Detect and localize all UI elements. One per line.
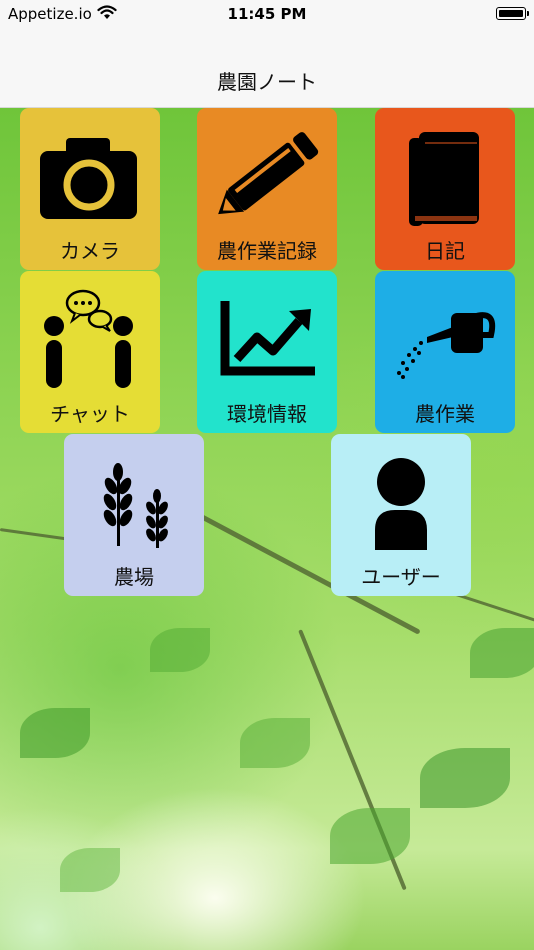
user-icon	[331, 434, 471, 562]
watering-can-icon	[375, 271, 515, 399]
app-screen: Appetize.io 11:45 PM 農園ノート カメラ 農作業記録 日記 …	[0, 0, 534, 950]
farm-work-label: 農作業	[415, 402, 475, 426]
user-label: ユーザー	[361, 565, 441, 589]
user-button[interactable]: ユーザー	[331, 434, 471, 596]
farm-work-record-button[interactable]: 農作業記録	[197, 108, 337, 270]
page-title: 農園ノート	[217, 70, 317, 94]
environment-info-label: 環境情報	[227, 402, 307, 426]
book-icon	[375, 108, 515, 236]
farm-label: 農場	[114, 565, 154, 589]
camera-icon	[20, 108, 160, 236]
chat-button[interactable]: チャット	[20, 271, 160, 433]
battery-icon	[496, 7, 529, 20]
farm-work-button[interactable]: 農作業	[375, 271, 515, 433]
farm-button[interactable]: 農場	[64, 434, 204, 596]
environment-info-button[interactable]: 環境情報	[197, 271, 337, 433]
pencil-icon	[197, 108, 337, 236]
status-bar: Appetize.io 11:45 PM	[0, 0, 534, 28]
chat-people-icon	[20, 271, 160, 399]
diary-button[interactable]: 日記	[375, 108, 515, 270]
camera-label: カメラ	[60, 239, 120, 263]
trend-chart-icon	[197, 271, 337, 399]
chat-label: チャット	[50, 402, 130, 426]
diary-label: 日記	[425, 239, 465, 263]
farm-work-record-label: 農作業記録	[217, 239, 317, 263]
navigation-bar: 農園ノート	[0, 28, 534, 108]
wheat-icon	[64, 434, 204, 562]
clock-time: 11:45 PM	[227, 5, 307, 23]
camera-button[interactable]: カメラ	[20, 108, 160, 270]
